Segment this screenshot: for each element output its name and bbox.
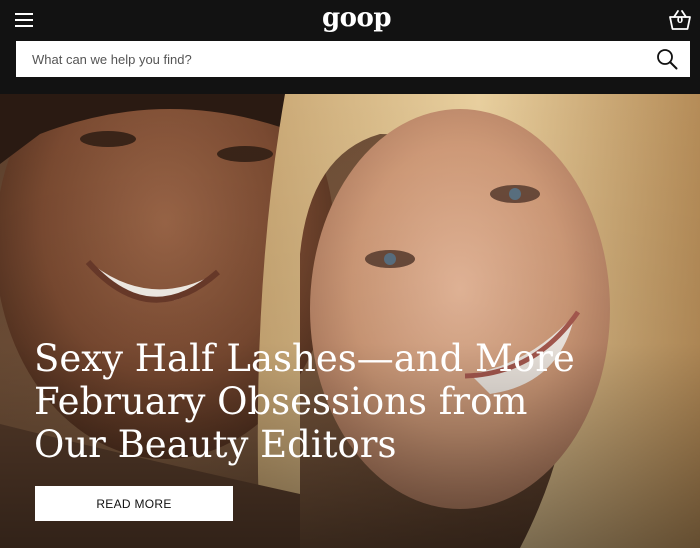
hero-image bbox=[0, 94, 700, 548]
read-more-button[interactable]: READ MORE bbox=[35, 486, 233, 521]
cart-count-badge: 0 bbox=[676, 16, 684, 26]
hero-banner[interactable]: Sexy Half Lashes—and More February Obses… bbox=[0, 94, 700, 548]
menu-icon-line bbox=[15, 13, 33, 15]
goop-logo[interactable]: goop bbox=[322, 2, 392, 34]
search-input[interactable] bbox=[16, 41, 646, 77]
menu-button[interactable] bbox=[15, 12, 35, 28]
menu-icon-line bbox=[15, 19, 33, 21]
search-icon[interactable] bbox=[656, 48, 678, 70]
cart-button[interactable]: 0 bbox=[668, 8, 692, 32]
top-bar: goop 0 bbox=[0, 0, 700, 94]
hero-headline[interactable]: Sexy Half Lashes—and More February Obses… bbox=[34, 337, 594, 466]
search-bar bbox=[16, 41, 690, 77]
menu-icon-line bbox=[15, 25, 33, 27]
